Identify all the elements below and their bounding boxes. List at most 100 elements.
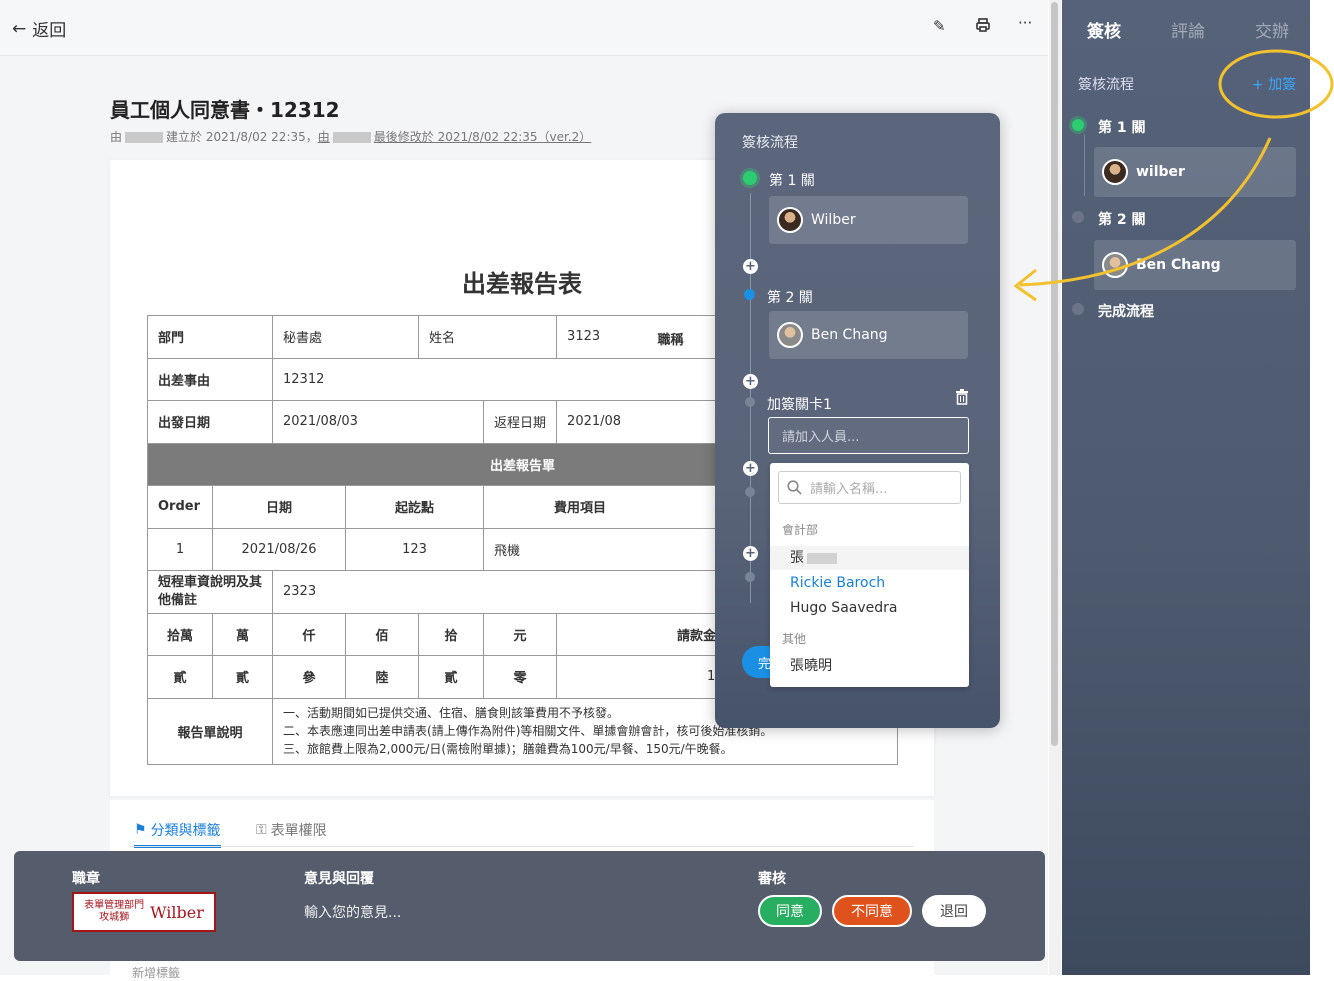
more-icon[interactable]: ··· bbox=[1018, 14, 1032, 32]
dropdown-option[interactable]: Hugo Saavedra bbox=[770, 596, 969, 620]
depart-value: 2021/08/03 bbox=[272, 400, 485, 444]
step-status-dot bbox=[745, 487, 755, 497]
name-label: 姓名 bbox=[418, 315, 558, 359]
done-label: 完成流程 bbox=[1098, 304, 1154, 320]
step-status-dot bbox=[745, 397, 755, 407]
modal-title: 簽核流程 bbox=[742, 135, 798, 151]
amt-value: 零 bbox=[483, 655, 558, 699]
back-label: 返回 bbox=[32, 21, 67, 41]
amt-value: 貳 bbox=[418, 655, 485, 699]
tab-assign[interactable]: 交辦 bbox=[1255, 17, 1289, 42]
page-title: 員工個人同意書・12312 bbox=[110, 98, 340, 122]
add-person-input[interactable]: 請加入人員... bbox=[768, 417, 969, 454]
dropdown-option[interactable]: Rickie Baroch bbox=[770, 571, 969, 595]
avatar bbox=[777, 322, 803, 348]
step2-user-card[interactable]: Ben Chang bbox=[769, 311, 968, 359]
step1-user-card[interactable]: Wilber bbox=[769, 196, 968, 244]
back-button[interactable]: ← 返回 bbox=[12, 16, 67, 42]
amt-value: 貳 bbox=[147, 655, 213, 699]
search-icon bbox=[787, 480, 802, 495]
reason-label: 出差事由 bbox=[146, 357, 274, 401]
person-search-input[interactable]: 請輸入名稱... bbox=[778, 471, 961, 504]
step-status-dot bbox=[745, 572, 755, 582]
note-label: 短程車資說明及其他備註 bbox=[146, 570, 274, 614]
group-other: 其他 bbox=[782, 632, 807, 646]
trash-icon[interactable] bbox=[955, 389, 969, 409]
amt-value: 貳 bbox=[211, 655, 274, 699]
dropdown-option[interactable]: 張曉明 bbox=[770, 654, 969, 678]
tab-sign[interactable]: 簽核 bbox=[1087, 17, 1121, 42]
amt-value: 參 bbox=[272, 655, 347, 699]
flow-label: 簽核流程 bbox=[1078, 77, 1134, 93]
complete-button[interactable]: 完 bbox=[742, 646, 772, 678]
tab-divider bbox=[130, 846, 914, 847]
step-status-dot bbox=[744, 289, 755, 300]
review-label: 審核 bbox=[758, 871, 786, 887]
amt-header: 拾萬 bbox=[147, 612, 213, 656]
seal-stamp: 表單管理部門 攻城獅 Wilber bbox=[72, 892, 216, 932]
row-route: 123 bbox=[345, 527, 485, 571]
plus-icon[interactable]: + bbox=[743, 461, 758, 476]
remark-label: 報告單說明 bbox=[146, 697, 274, 765]
col-route: 起訖點 bbox=[345, 485, 485, 529]
arrow-left-icon: ← bbox=[12, 18, 27, 39]
step-status-dot bbox=[1072, 303, 1084, 315]
new-tag-link[interactable]: 新增標籤 bbox=[132, 964, 180, 981]
amt-header: 元 bbox=[483, 612, 558, 656]
step1-user-card[interactable]: wilber bbox=[1094, 147, 1296, 197]
return-button[interactable]: 退回 bbox=[922, 895, 986, 927]
printer-icon[interactable] bbox=[975, 17, 991, 37]
tab-permission[interactable]: ⚿ 表單權限 bbox=[256, 820, 327, 840]
col-date: 日期 bbox=[211, 485, 347, 529]
opinion-input[interactable]: 輸入您的意見... bbox=[304, 902, 401, 922]
top-bar: ← 返回 ✎ ··· bbox=[0, 0, 1048, 56]
plus-icon[interactable]: + bbox=[743, 374, 758, 389]
amt-header: 拾 bbox=[418, 612, 485, 656]
step1-label: 第 1 關 bbox=[769, 173, 815, 189]
avatar bbox=[777, 207, 803, 233]
document-meta: 由建立於 2021/8/02 22:35，由 最後修改於 2021/8/02 22… bbox=[110, 130, 592, 144]
row-order: 1 bbox=[147, 527, 213, 571]
row-date: 2021/08/26 bbox=[211, 527, 347, 571]
title-label: 職稱 bbox=[657, 333, 684, 349]
col-order: Order bbox=[147, 485, 213, 529]
step2-user-card[interactable]: Ben Chang bbox=[1094, 240, 1296, 290]
dept-label: 部門 bbox=[146, 315, 274, 359]
step1-label: 第 1 關 bbox=[1098, 120, 1146, 136]
step2-label: 第 2 關 bbox=[1098, 212, 1146, 228]
name-value: 3123 bbox=[567, 329, 601, 345]
disagree-button[interactable]: 不同意 bbox=[832, 895, 912, 927]
plus-icon[interactable]: + bbox=[743, 546, 758, 561]
tag-icon: ⚑ bbox=[134, 822, 147, 838]
tab-comment[interactable]: 評論 bbox=[1171, 17, 1205, 42]
step-status-dot bbox=[743, 171, 757, 185]
amt-header: 仟 bbox=[272, 612, 347, 656]
lock-icon: ⚿ bbox=[256, 822, 267, 838]
plus-icon[interactable]: + bbox=[743, 259, 758, 274]
approval-bar: 職章 表單管理部門 攻城獅 Wilber 意見與回覆 輸入您的意見... 審核 同… bbox=[14, 851, 1045, 961]
group-accounting: 會計部 bbox=[782, 523, 819, 537]
agree-button[interactable]: 同意 bbox=[758, 895, 822, 927]
depart-label: 出發日期 bbox=[146, 400, 274, 444]
step-status-dot bbox=[1072, 211, 1084, 223]
return-label: 返程日期 bbox=[483, 400, 558, 444]
step-status-dot bbox=[1072, 119, 1084, 131]
add-signer-button[interactable]: + 加簽 bbox=[1252, 74, 1296, 94]
seal-label: 職章 bbox=[72, 871, 100, 887]
amt-header: 佰 bbox=[345, 612, 420, 656]
added-step-label: 加簽關卡1 bbox=[767, 397, 832, 413]
avatar bbox=[1102, 252, 1128, 278]
avatar bbox=[1102, 159, 1128, 185]
dropdown-option[interactable]: 張 bbox=[770, 546, 969, 570]
amt-value: 陸 bbox=[345, 655, 420, 699]
tab-category[interactable]: ⚑ 分類與標籤 bbox=[134, 820, 221, 848]
sign-flow-modal: 簽核流程 第 1 關 Wilber + 第 2 關 Ben Chang + 加簽… bbox=[715, 113, 1000, 728]
step2-label: 第 2 關 bbox=[767, 290, 813, 306]
dept-value: 秘書處 bbox=[272, 315, 420, 359]
scrollbar-thumb[interactable] bbox=[1051, 2, 1058, 746]
flow-line bbox=[1084, 134, 1085, 196]
person-dropdown: 請輸入名稱... 會計部 張 Rickie Baroch Hugo Saaved… bbox=[770, 463, 969, 687]
page-margin bbox=[1310, 0, 1334, 975]
amt-header: 萬 bbox=[211, 612, 274, 656]
pencil-icon[interactable]: ✎ bbox=[933, 17, 946, 35]
